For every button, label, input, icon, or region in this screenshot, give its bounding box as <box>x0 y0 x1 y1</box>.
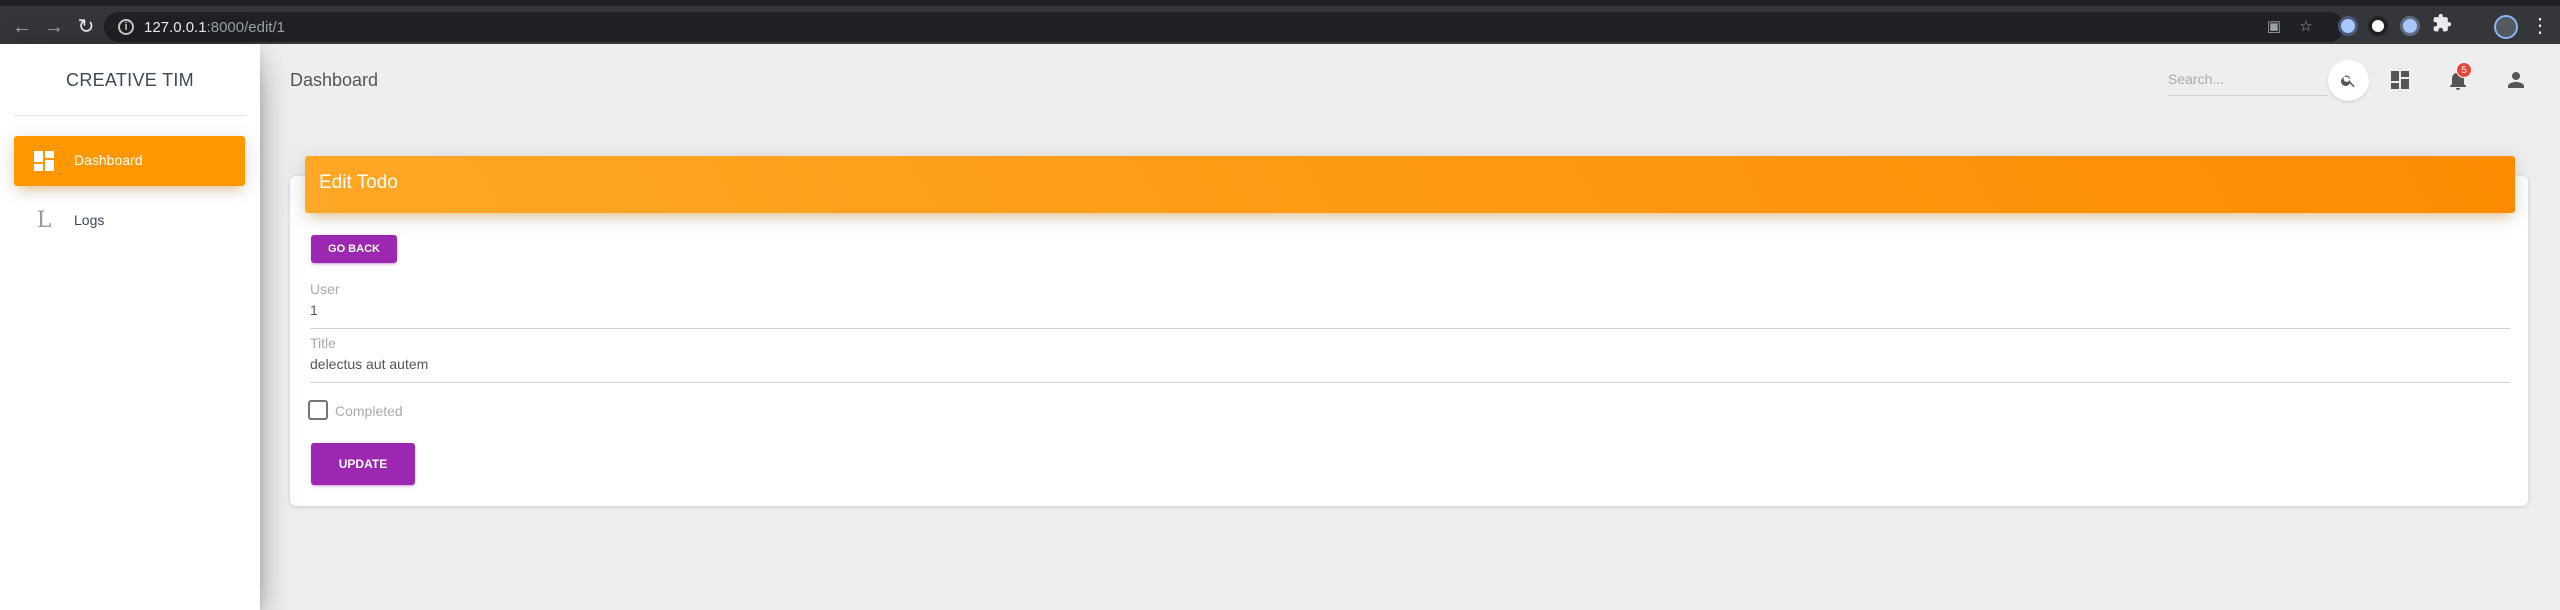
go-back-button[interactable]: GO BACK <box>311 235 397 263</box>
forward-icon[interactable]: → <box>42 15 66 39</box>
extension-icon[interactable] <box>2400 16 2420 36</box>
browser-menu-icon[interactable]: ⋮ <box>2530 14 2550 38</box>
person-account-icon[interactable] <box>2504 68 2528 92</box>
page-title[interactable]: Dashboard <box>290 70 378 91</box>
extension-icon[interactable] <box>2368 16 2388 36</box>
user-field-label: User <box>310 281 340 297</box>
title-field-label: Title <box>310 335 336 351</box>
puzzle-extensions-icon[interactable] <box>2430 13 2454 37</box>
user-field-value[interactable]: 1 <box>310 302 318 318</box>
reload-icon[interactable]: ↻ <box>74 15 98 39</box>
completed-label[interactable]: Completed <box>335 403 403 419</box>
sidebar-item-dashboard[interactable]: Dashboard <box>14 136 245 186</box>
title-field[interactable]: Title delectus aut autem <box>310 335 2510 383</box>
sidebar-item-label: Logs <box>74 212 105 228</box>
browser-tab-strip <box>0 0 2560 6</box>
logs-letter-icon: L <box>36 208 52 233</box>
back-icon[interactable]: ← <box>10 15 34 39</box>
dashboard-icon <box>34 151 54 171</box>
update-button[interactable]: UPDATE <box>311 443 415 485</box>
search-input[interactable] <box>2168 64 2328 94</box>
extension-icon[interactable] <box>2338 16 2358 36</box>
translate-icon[interactable]: ▣ <box>2264 17 2284 37</box>
brand-logo-text[interactable]: CREATIVE TIM <box>14 44 246 116</box>
title-field-value[interactable]: delectus aut autem <box>310 356 428 372</box>
card-title: Edit Todo <box>319 172 398 193</box>
sidebar-item-label: Dashboard <box>74 152 143 168</box>
notification-count-badge: 5 <box>2456 62 2472 78</box>
dashboard-grid-icon[interactable] <box>2388 68 2412 92</box>
completed-checkbox[interactable] <box>308 400 328 420</box>
site-info-icon[interactable]: i <box>118 19 134 35</box>
browser-toolbar: ← → ↻ i 127.0.0.1:8000/edit/1 ▣ ☆ ⋮ <box>0 0 2560 44</box>
search-field[interactable] <box>2168 64 2328 96</box>
search-button[interactable] <box>2328 60 2369 101</box>
card-header: Edit Todo <box>305 156 2515 213</box>
user-field[interactable]: User 1 <box>310 281 2510 329</box>
bookmark-star-icon[interactable]: ☆ <box>2296 17 2316 37</box>
address-url[interactable]: 127.0.0.1:8000/edit/1 <box>144 19 285 36</box>
address-bar[interactable]: i 127.0.0.1:8000/edit/1 ▣ ☆ <box>104 12 2344 42</box>
sidebar-item-logs[interactable]: L Logs <box>14 196 245 246</box>
sidebar: CREATIVE TIM Dashboard L Logs <box>0 44 260 610</box>
search-icon <box>2341 75 2355 88</box>
profile-avatar-icon[interactable] <box>2494 15 2518 39</box>
